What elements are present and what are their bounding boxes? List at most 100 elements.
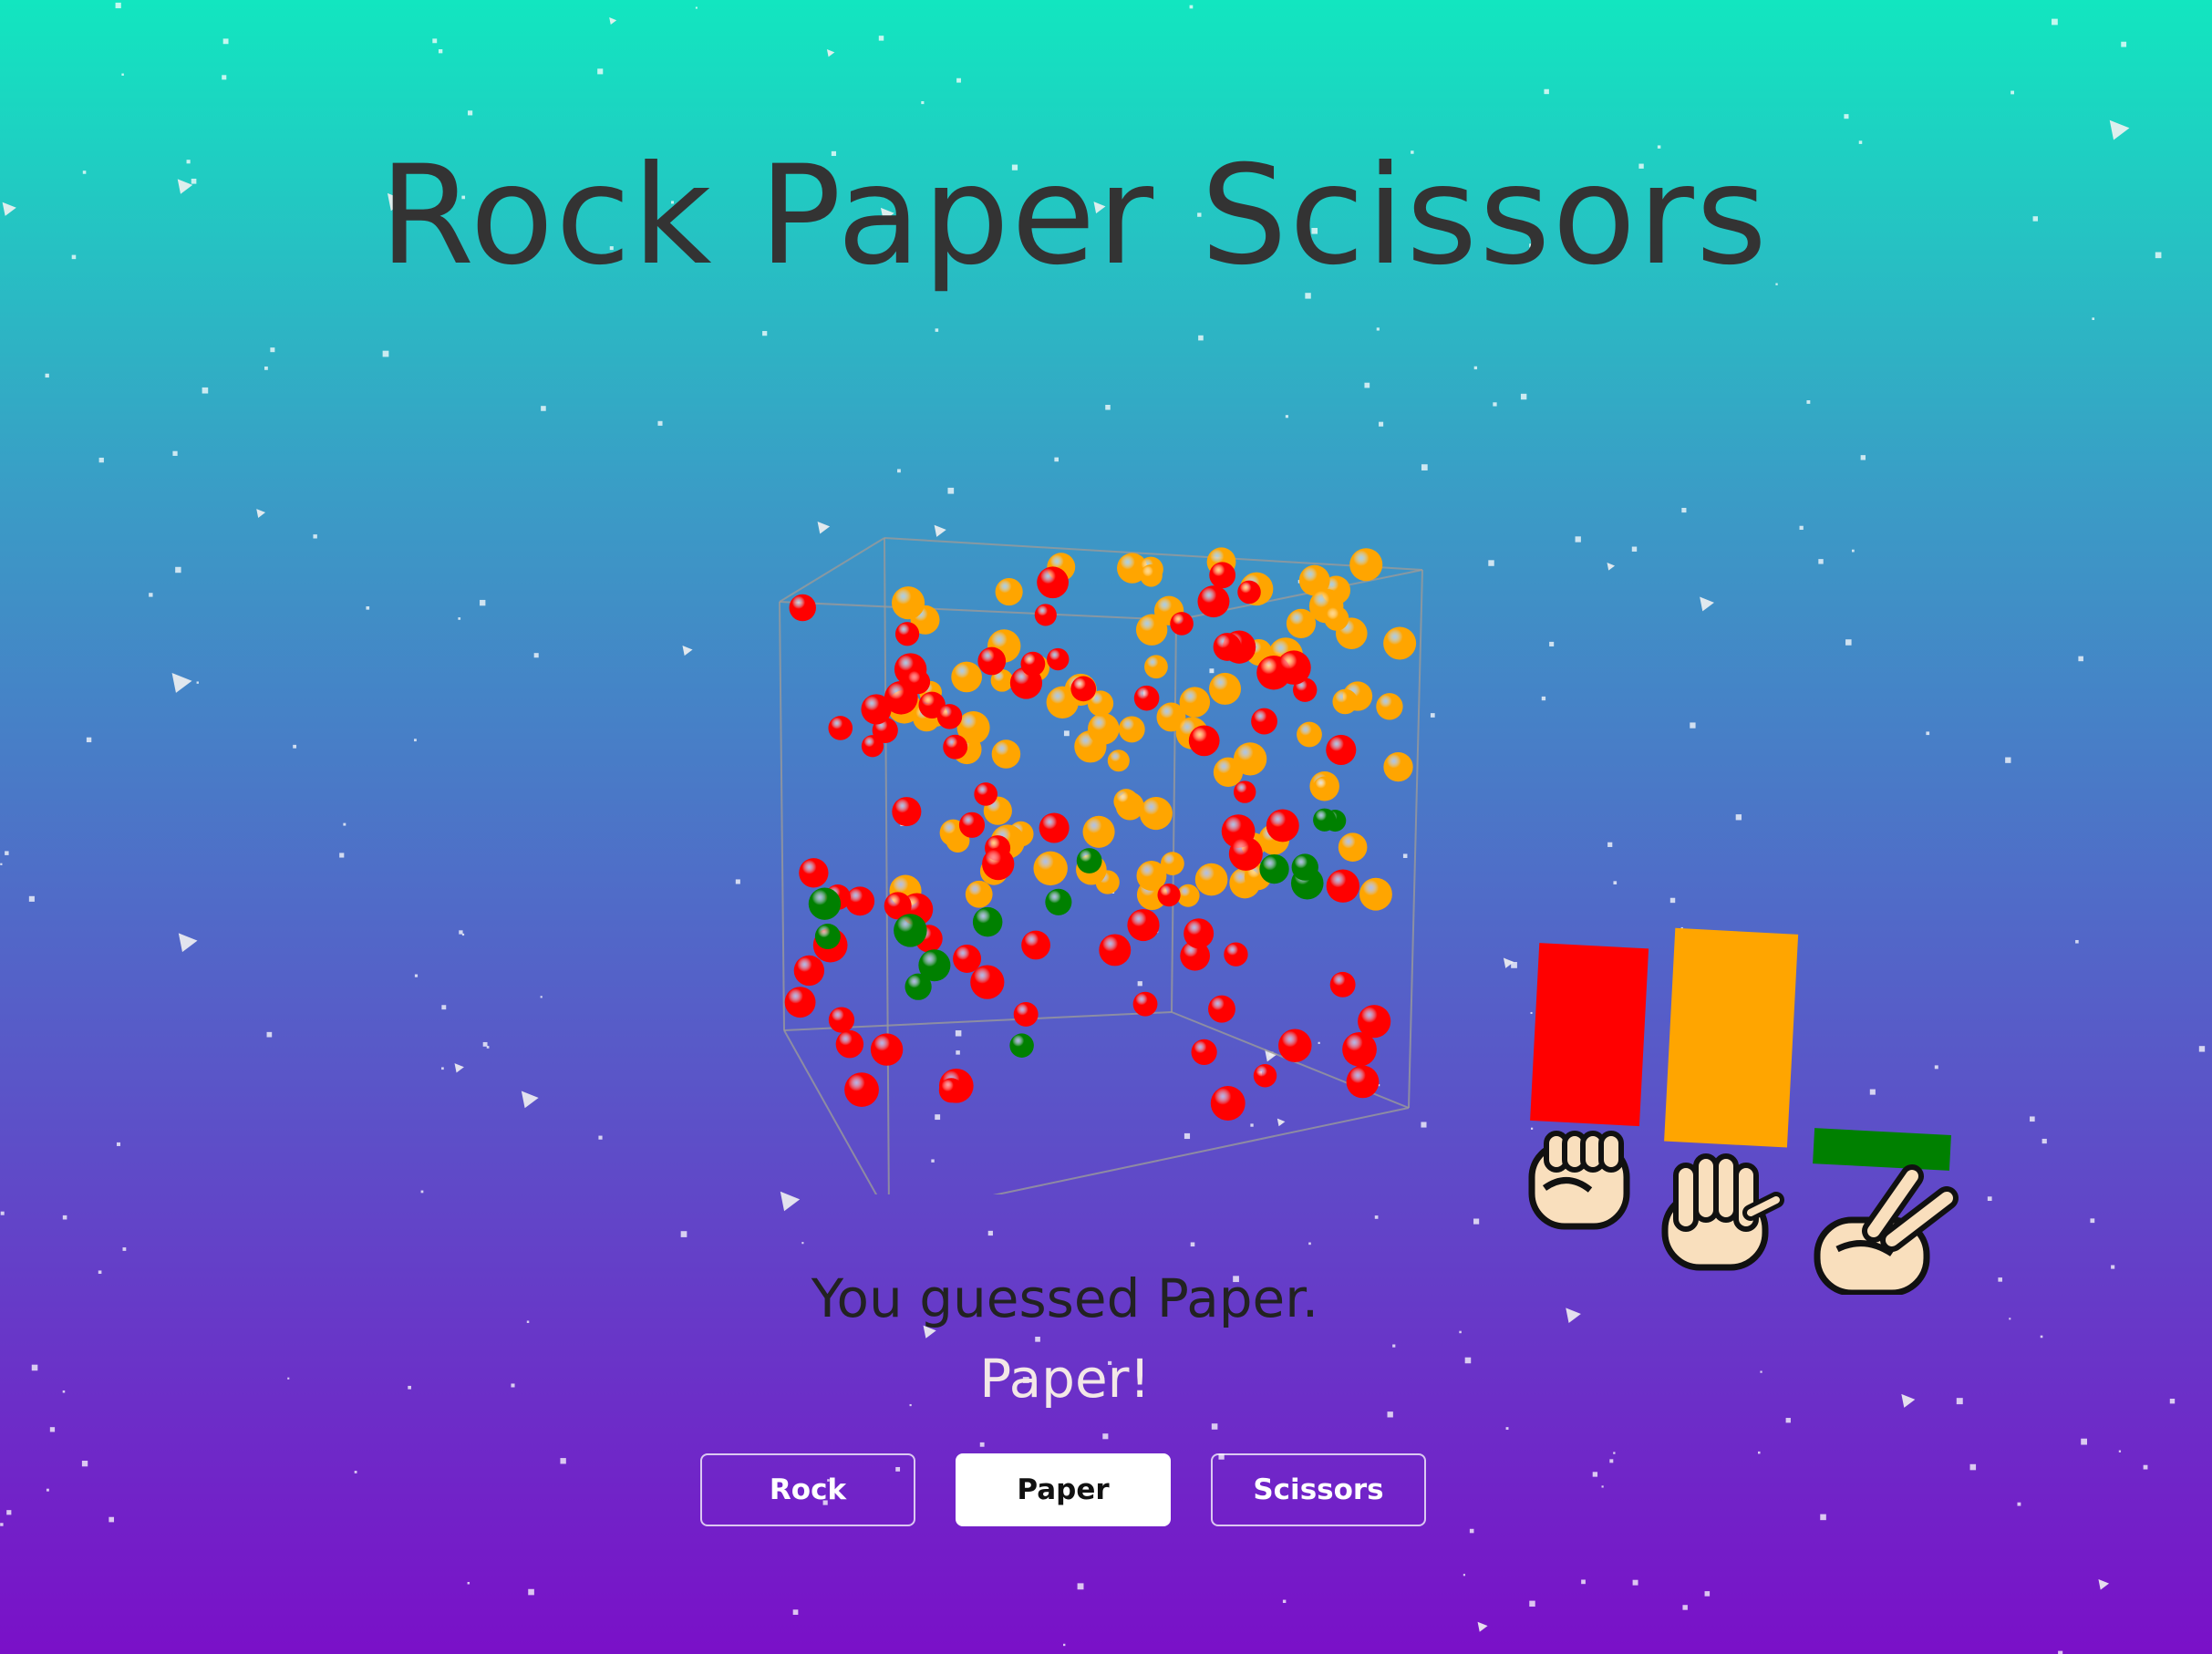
paper-sphere bbox=[1383, 626, 1417, 660]
rock-sphere bbox=[1184, 918, 1215, 949]
paper-sphere bbox=[1208, 672, 1242, 705]
result-message: Paper! bbox=[979, 1348, 1151, 1410]
scissors-sphere bbox=[1045, 888, 1072, 915]
rock-bar bbox=[1530, 943, 1649, 1127]
rock-sphere bbox=[1277, 650, 1311, 685]
rock-sphere bbox=[1034, 604, 1057, 626]
rock-sphere bbox=[1188, 725, 1220, 757]
rock-sphere bbox=[1037, 566, 1069, 599]
paper-sphere bbox=[1140, 564, 1163, 587]
rock-sphere bbox=[974, 782, 997, 806]
rock-sphere bbox=[1191, 1039, 1217, 1066]
rock-sphere bbox=[1127, 908, 1160, 942]
paper-sphere bbox=[1033, 851, 1068, 886]
rock-sphere bbox=[1253, 1064, 1277, 1088]
paper-sphere bbox=[1118, 716, 1145, 743]
rock-sphere bbox=[938, 1078, 964, 1103]
rock-sphere bbox=[1133, 685, 1160, 711]
paper-sphere bbox=[1359, 877, 1392, 911]
scissors-bar bbox=[1813, 1128, 1951, 1171]
rock-sphere bbox=[1047, 647, 1070, 671]
rock-sphere bbox=[835, 1029, 864, 1059]
rock-sphere bbox=[1233, 780, 1256, 803]
rock-sphere bbox=[870, 1033, 904, 1066]
rock-sphere bbox=[970, 965, 1005, 999]
rock-sphere bbox=[1170, 612, 1194, 636]
paper-sphere bbox=[1376, 693, 1403, 720]
rock-button[interactable]: Rock bbox=[700, 1453, 915, 1526]
guess-message: You guessed Paper. bbox=[811, 1267, 1319, 1329]
rock-sphere bbox=[1266, 809, 1299, 843]
rock-sphere bbox=[844, 1072, 879, 1107]
paper-sphere bbox=[1313, 776, 1336, 799]
rock-sphere bbox=[953, 945, 982, 973]
rock-sphere bbox=[1326, 734, 1357, 765]
rock-sphere bbox=[799, 858, 829, 888]
paper-sphere bbox=[1107, 749, 1130, 772]
rock-sphere bbox=[1251, 708, 1277, 735]
scissors-sphere bbox=[972, 906, 1003, 937]
rock-sphere bbox=[1070, 676, 1097, 702]
paper-sphere bbox=[1349, 548, 1383, 582]
paper-sphere bbox=[1088, 713, 1120, 745]
rock-sphere bbox=[936, 704, 963, 729]
rock-sphere bbox=[1342, 1031, 1377, 1067]
rock-sphere bbox=[958, 811, 986, 838]
paper-sphere bbox=[1082, 815, 1115, 848]
rock-sphere bbox=[784, 987, 816, 1018]
rock-sphere bbox=[789, 594, 816, 622]
rock-sphere bbox=[1210, 1086, 1246, 1121]
scissors-sphere bbox=[1009, 1033, 1034, 1058]
rock-sphere bbox=[1197, 585, 1230, 618]
paper-sphere bbox=[1113, 789, 1139, 814]
page-title: Rock Paper Scissors bbox=[378, 137, 1769, 295]
rock-sphere bbox=[1020, 651, 1046, 677]
paper-sphere bbox=[1338, 832, 1368, 862]
raised-fist-icon bbox=[1528, 1131, 1630, 1230]
scissors-sphere bbox=[814, 924, 841, 950]
paper-sphere bbox=[1324, 605, 1349, 631]
paper-sphere bbox=[1383, 751, 1413, 782]
rock-sphere bbox=[1039, 812, 1070, 843]
particle-spheres bbox=[784, 547, 1417, 1121]
scissors-button[interactable]: Scissors bbox=[1211, 1453, 1426, 1526]
paper-sphere bbox=[1139, 797, 1173, 831]
rock-sphere bbox=[828, 716, 853, 740]
paper-sphere bbox=[965, 880, 993, 908]
scissors-sphere bbox=[894, 914, 927, 947]
rock-sphere bbox=[977, 646, 1007, 676]
paper-sphere bbox=[891, 586, 925, 620]
rock-sphere bbox=[1228, 836, 1263, 871]
rock-sphere bbox=[1224, 942, 1248, 967]
scissors-sphere bbox=[1291, 853, 1318, 881]
rock-sphere bbox=[1021, 930, 1050, 960]
scissors-sphere bbox=[1259, 853, 1289, 884]
rock-sphere bbox=[1157, 884, 1181, 907]
paper-sphere bbox=[1332, 688, 1358, 715]
vote-bar-chart bbox=[1528, 927, 1959, 1295]
rock-sphere bbox=[943, 734, 968, 760]
paper-bar bbox=[1664, 927, 1799, 1148]
scissors-sphere bbox=[1313, 808, 1337, 832]
paper-sphere bbox=[995, 578, 1023, 606]
scissors-sphere bbox=[904, 973, 932, 1000]
rock-sphere bbox=[861, 694, 892, 725]
rock-sphere bbox=[793, 955, 825, 987]
paper-sphere bbox=[951, 661, 982, 693]
rock-sphere bbox=[828, 1007, 855, 1033]
raised-hand-icon bbox=[1661, 1153, 1784, 1271]
paper-sphere bbox=[1297, 721, 1322, 748]
rock-sphere bbox=[1132, 991, 1158, 1017]
particle-cube-3d-view[interactable] bbox=[766, 520, 1441, 1194]
paper-button[interactable]: Paper bbox=[956, 1453, 1171, 1526]
rock-sphere bbox=[1099, 934, 1132, 967]
paper-sphere bbox=[1194, 863, 1228, 896]
rock-sphere bbox=[1329, 971, 1356, 998]
rock-sphere bbox=[1208, 995, 1235, 1023]
rock-sphere bbox=[1237, 580, 1261, 605]
rock-sphere bbox=[892, 797, 922, 827]
rock-sphere bbox=[1278, 1029, 1312, 1062]
rock-sphere bbox=[1209, 562, 1236, 589]
paper-sphere bbox=[991, 739, 1021, 769]
rock-sphere bbox=[982, 847, 1015, 881]
